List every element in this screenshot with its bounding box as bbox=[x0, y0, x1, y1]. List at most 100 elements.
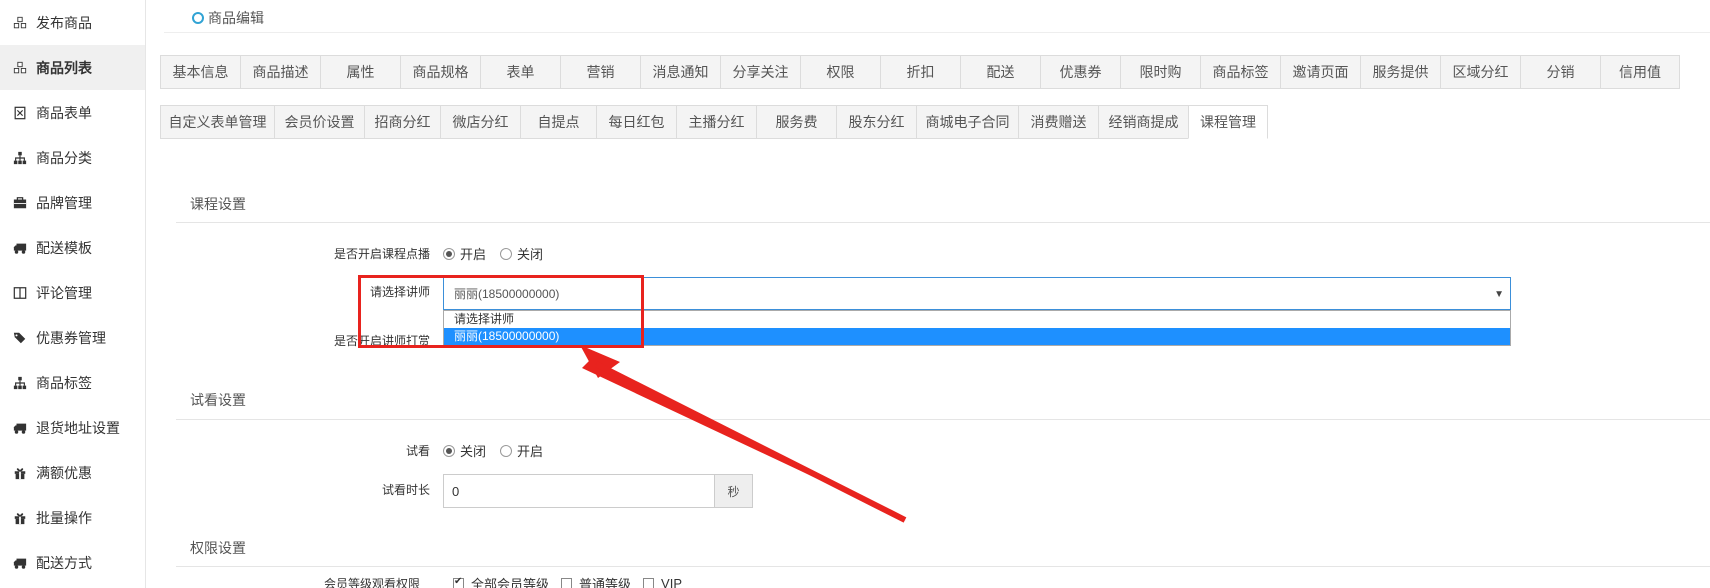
sitemap-icon bbox=[12, 375, 28, 391]
tab[interactable]: 自定义表单管理 bbox=[160, 105, 274, 139]
tab[interactable]: 优惠券 bbox=[1040, 55, 1120, 89]
sitemap-icon bbox=[12, 150, 28, 166]
trial-radio-group: 关闭 开启 bbox=[443, 441, 557, 460]
radio-icon bbox=[443, 247, 455, 260]
tab[interactable]: 招商分红 bbox=[364, 105, 440, 139]
duration-label: 试看时长 bbox=[381, 483, 430, 497]
sidebar-item-label: 批量操作 bbox=[36, 509, 92, 526]
tab[interactable]: 微店分红 bbox=[440, 105, 520, 139]
sidebar-item-label: 发布商品 bbox=[36, 14, 92, 31]
sidebar-item-label: 满额优惠 bbox=[36, 464, 92, 481]
sidebar-item-label: 商品列表 bbox=[36, 59, 92, 76]
tab[interactable]: 限时购 bbox=[1120, 55, 1200, 89]
level-checkbox-all[interactable]: 全部会员等级 bbox=[453, 574, 549, 588]
divider bbox=[176, 222, 1710, 223]
truck-icon bbox=[12, 420, 28, 436]
radio-icon bbox=[443, 444, 455, 457]
tab[interactable]: 配送 bbox=[960, 55, 1040, 89]
reward-label: 是否开启讲师打赏 bbox=[334, 334, 431, 348]
sidebar-item[interactable]: 商品分类 bbox=[0, 135, 145, 180]
tab[interactable]: 邀请页面 bbox=[1280, 55, 1360, 89]
tab[interactable]: 基本信息 bbox=[160, 55, 240, 89]
tab[interactable]: 会员价设置 bbox=[274, 105, 364, 139]
sidebar-item[interactable]: 优惠券管理 bbox=[0, 315, 145, 360]
lecturer-select[interactable]: 丽丽(18500000000) ▼ bbox=[443, 277, 1511, 310]
divider bbox=[176, 419, 1710, 420]
trial-radio-off[interactable]: 关闭 bbox=[443, 441, 486, 460]
tab[interactable]: 商品规格 bbox=[400, 55, 480, 89]
tab[interactable]: 权限 bbox=[800, 55, 880, 89]
sidebar-item-label: 配送模板 bbox=[36, 239, 92, 256]
sidebar-item[interactable]: 满额优惠 bbox=[0, 450, 145, 495]
caret-down-icon: ▼ bbox=[1494, 289, 1504, 300]
lecturer-label: 请选择讲师 bbox=[369, 285, 430, 299]
tab[interactable]: 消息通知 bbox=[640, 55, 720, 89]
columns-icon bbox=[12, 285, 28, 301]
duration-input[interactable]: 0 bbox=[443, 474, 715, 508]
sidebar: 发布商品商品列表商品表单商品分类品牌管理配送模板评论管理优惠券管理商品标签退货地… bbox=[0, 0, 146, 588]
truck-icon bbox=[12, 555, 28, 571]
breadcrumb-label: 商品编辑 bbox=[208, 10, 264, 26]
sidebar-item[interactable]: 配送模板 bbox=[0, 225, 145, 270]
tab[interactable]: 分销 bbox=[1520, 55, 1600, 89]
tab[interactable]: 课程管理 bbox=[1188, 105, 1268, 139]
sidebar-item-label: 优惠券管理 bbox=[36, 329, 106, 346]
sidebar-item-label: 评论管理 bbox=[36, 284, 92, 301]
sidebar-item[interactable]: 配送方式 bbox=[0, 540, 145, 585]
gift-icon bbox=[12, 465, 28, 481]
sidebar-item[interactable]: 批量操作 bbox=[0, 495, 145, 540]
tab[interactable]: 营销 bbox=[560, 55, 640, 89]
tab[interactable]: 每日红包 bbox=[596, 105, 676, 139]
sidebar-item-label: 退货地址设置 bbox=[36, 419, 120, 436]
sidebar-item[interactable]: 评论管理 bbox=[0, 270, 145, 315]
vod-radio-on[interactable]: 开启 bbox=[443, 244, 486, 263]
tab-row-2: 自定义表单管理 会员价设置 招商分红 微店分红 自提点 每日红包 主播分红 服务费 股东分红 商城… bbox=[160, 105, 1268, 139]
checkbox-icon bbox=[453, 576, 464, 588]
dropdown-option[interactable]: 请选择讲师 bbox=[444, 311, 1510, 328]
sidebar-item[interactable]: 商品列表 bbox=[0, 45, 145, 90]
vod-label: 是否开启课程点播 bbox=[334, 247, 431, 261]
sidebar-item[interactable]: 品牌管理 bbox=[0, 180, 145, 225]
tab-row-1: 基本信息 商品描述 属性 商品规格 表单 营销 消息通知 分享关注 权限 折扣 配送 优惠券 限时购 商品… bbox=[160, 55, 1680, 89]
tab[interactable]: 区域分红 bbox=[1440, 55, 1520, 89]
sidebar-item-label: 商品标签 bbox=[36, 374, 92, 391]
tab[interactable]: 商品描述 bbox=[240, 55, 320, 89]
tab[interactable]: 商品标签 bbox=[1200, 55, 1280, 89]
vod-radio-off[interactable]: 关闭 bbox=[500, 244, 543, 263]
tab[interactable]: 信用值 bbox=[1600, 55, 1680, 89]
trial-label: 试看 bbox=[405, 444, 430, 458]
duration-unit: 秒 bbox=[714, 474, 753, 508]
gift-icon bbox=[12, 510, 28, 526]
section-title-course: 课程设置 bbox=[190, 196, 246, 212]
tab[interactable]: 主播分红 bbox=[676, 105, 756, 139]
circle-icon bbox=[192, 12, 204, 24]
tab[interactable]: 自提点 bbox=[520, 105, 596, 139]
checkbox-icon bbox=[561, 578, 573, 588]
tab[interactable]: 经销商提成 bbox=[1098, 105, 1188, 139]
sidebar-item[interactable]: 发布商品 bbox=[0, 0, 145, 45]
tab[interactable]: 表单 bbox=[480, 55, 560, 89]
tab[interactable]: 商城电子合同 bbox=[916, 105, 1018, 139]
tab[interactable]: 股东分红 bbox=[836, 105, 916, 139]
sidebar-item-label: 配送方式 bbox=[36, 554, 92, 571]
level-checkbox-group: 全部会员等级 普通等级 VIP bbox=[453, 574, 694, 588]
divider bbox=[164, 32, 1710, 33]
tab[interactable]: 折扣 bbox=[880, 55, 960, 89]
level-checkbox-vip[interactable]: VIP bbox=[643, 576, 682, 588]
sidebar-item-label: 商品表单 bbox=[36, 104, 92, 121]
radio-icon bbox=[500, 247, 513, 260]
sidebar-item-label: 商品分类 bbox=[36, 149, 92, 166]
tab[interactable]: 服务费 bbox=[756, 105, 836, 139]
sidebar-item[interactable]: 商品标签 bbox=[0, 360, 145, 405]
tab[interactable]: 属性 bbox=[320, 55, 400, 89]
dropdown-option-selected[interactable]: 丽丽(18500000000) bbox=[444, 328, 1510, 345]
trial-radio-on[interactable]: 开启 bbox=[500, 441, 543, 460]
level-checkbox-normal[interactable]: 普通等级 bbox=[561, 574, 631, 588]
tab[interactable]: 服务提供 bbox=[1360, 55, 1440, 89]
tab[interactable]: 消费赠送 bbox=[1018, 105, 1098, 139]
sidebar-item-label: 品牌管理 bbox=[36, 194, 92, 211]
sidebar-item[interactable]: 退货地址设置 bbox=[0, 405, 145, 450]
tab[interactable]: 分享关注 bbox=[720, 55, 800, 89]
sidebar-item[interactable]: 商品表单 bbox=[0, 90, 145, 135]
level-label: 会员等级观看权限 bbox=[323, 577, 420, 588]
